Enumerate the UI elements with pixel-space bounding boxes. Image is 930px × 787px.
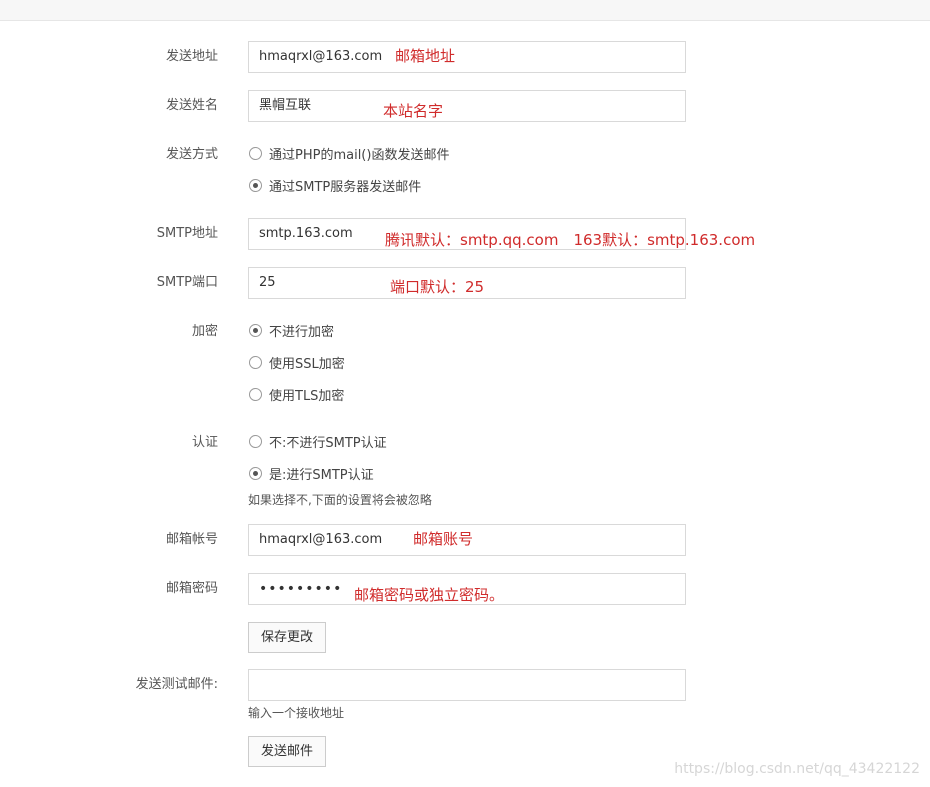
mail-password-label: 邮箱密码 bbox=[165, 581, 218, 596]
smtp-address-note: 腾讯默认：smtp.qq.com 163默认：smtp.163.com bbox=[385, 231, 756, 249]
sender-address-input[interactable]: hmaqrxl@163.com bbox=[248, 41, 686, 73]
send-method-option-smtp[interactable]: 通过SMTP服务器发送邮件 bbox=[249, 176, 422, 195]
auth-option-label: 是:进行SMTP认证 bbox=[269, 467, 374, 483]
radio-button[interactable] bbox=[249, 466, 262, 480]
sender-name-note: 本站名字 bbox=[383, 102, 444, 120]
mail-account-label: 邮箱帐号 bbox=[165, 532, 218, 547]
encryption-option-tls[interactable]: 使用TLS加密 bbox=[249, 385, 345, 404]
radio-button[interactable] bbox=[249, 355, 262, 369]
send-method-label: 发送方式 bbox=[165, 147, 218, 162]
encryption-option-label: 使用TLS加密 bbox=[269, 388, 345, 404]
encryption-option-label: 使用SSL加密 bbox=[269, 356, 345, 372]
send-method-option-php-mail[interactable]: 通过PHP的mail()函数发送邮件 bbox=[249, 144, 450, 163]
smtp-port-note: 端口默认：25 bbox=[390, 278, 485, 296]
mail-password-note: 邮箱密码或独立密码。 bbox=[354, 586, 505, 604]
test-mail-label: 发送测试邮件: bbox=[135, 677, 218, 692]
mail-account-note: 邮箱账号 bbox=[413, 530, 474, 548]
sender-address-note: 邮箱地址 bbox=[395, 47, 456, 65]
send-mail-button[interactable]: 发送邮件 bbox=[248, 736, 326, 767]
send-method-option-label: 通过PHP的mail()函数发送邮件 bbox=[269, 147, 450, 163]
save-changes-button[interactable]: 保存更改 bbox=[248, 622, 326, 653]
encryption-label: 加密 bbox=[191, 324, 218, 339]
top-bar bbox=[0, 0, 930, 21]
watermark: https://blog.csdn.net/qq_43422122 bbox=[674, 761, 920, 777]
auth-option-no[interactable]: 不:不进行SMTP认证 bbox=[249, 432, 387, 451]
radio-button[interactable] bbox=[249, 178, 262, 192]
auth-label: 认证 bbox=[191, 435, 218, 450]
test-mail-input[interactable] bbox=[248, 669, 686, 701]
radio-button[interactable] bbox=[249, 387, 262, 401]
smtp-port-label: SMTP端口 bbox=[156, 275, 218, 290]
sender-address-label: 发送地址 bbox=[165, 49, 218, 64]
send-method-option-label: 通过SMTP服务器发送邮件 bbox=[269, 179, 422, 195]
encryption-option-label: 不进行加密 bbox=[269, 324, 335, 340]
sender-name-input[interactable]: 黑帽互联 bbox=[248, 90, 686, 122]
auth-option-label: 不:不进行SMTP认证 bbox=[269, 435, 387, 451]
auth-hint: 如果选择不,下面的设置将会被忽略 bbox=[248, 493, 432, 507]
radio-button[interactable] bbox=[249, 146, 262, 160]
encryption-option-none[interactable]: 不进行加密 bbox=[249, 321, 335, 340]
test-mail-hint: 输入一个接收地址 bbox=[248, 706, 345, 720]
encryption-option-ssl[interactable]: 使用SSL加密 bbox=[249, 353, 345, 372]
radio-button[interactable] bbox=[249, 434, 262, 448]
auth-option-yes[interactable]: 是:进行SMTP认证 bbox=[249, 464, 374, 483]
radio-button[interactable] bbox=[249, 323, 262, 337]
sender-name-label: 发送姓名 bbox=[165, 98, 218, 113]
smtp-address-label: SMTP地址 bbox=[156, 226, 218, 241]
